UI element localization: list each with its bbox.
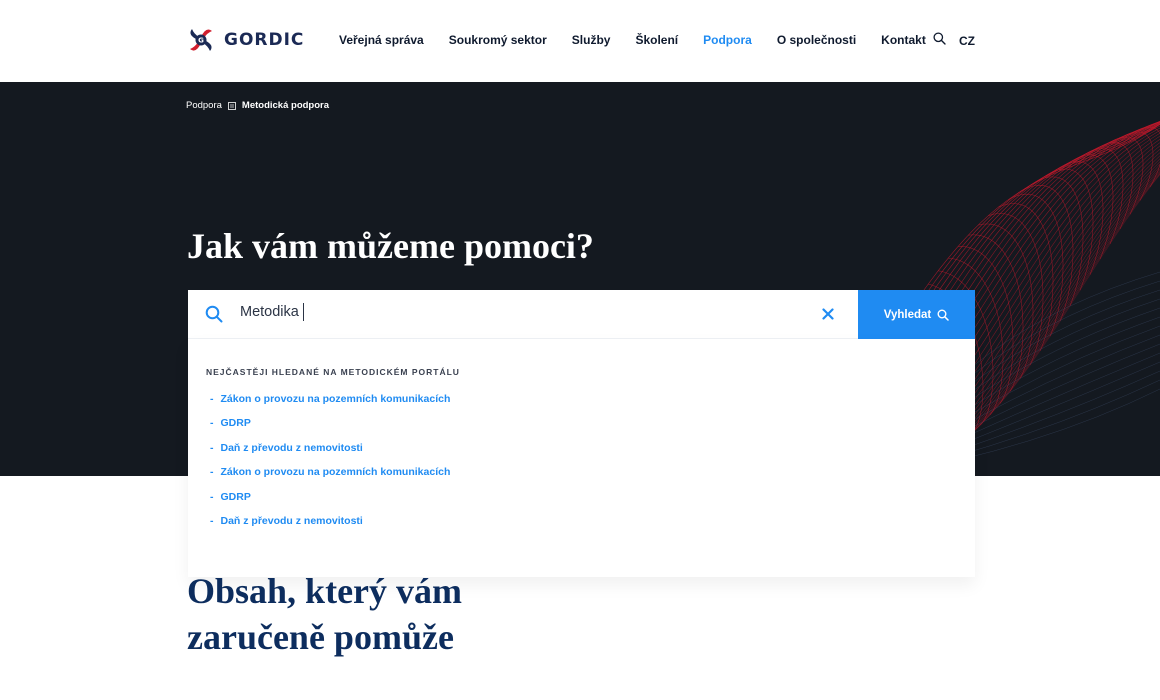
nav-item-kontakt[interactable]: Kontakt — [881, 33, 926, 47]
search-input-value: Metodika — [240, 304, 299, 320]
list-dash: - — [210, 514, 214, 527]
nav-item-o-spolecnosti[interactable]: O společnosti — [777, 33, 856, 47]
search-bar: Metodika Vyhledat — [188, 290, 975, 339]
nav-item-verejna-sprava[interactable]: Veřejná správa — [339, 33, 424, 47]
logo[interactable]: G GORDIC — [186, 25, 304, 55]
main-nav: Veřejná správa Soukromý sektor Služby Šk… — [339, 33, 951, 47]
nav-item-soukromy-sektor[interactable]: Soukromý sektor — [449, 33, 547, 47]
suggestion-label: Daň z převodu z nemovitosti — [220, 514, 363, 527]
nav-item-skoleni[interactable]: Školení — [635, 33, 678, 47]
search-input[interactable]: Metodika — [240, 303, 304, 321]
breadcrumb-parent[interactable]: Podpora — [186, 100, 222, 111]
gordic-logo-icon: G — [190, 29, 212, 51]
list-dash: - — [210, 466, 214, 479]
list-dash: - — [210, 490, 214, 503]
suggestion-item[interactable]: - Zákon o provozu na pozemních komunikací… — [210, 393, 450, 417]
nav-item-sluzby[interactable]: Služby — [572, 33, 611, 47]
search-suggestions-dropdown: NEJČASTĚJI HLEDANÉ NA METODICKÉM PORTÁLU… — [188, 339, 975, 577]
suggestion-item[interactable]: - GDRP — [210, 491, 450, 515]
list-dash: - — [210, 441, 214, 454]
suggestion-item[interactable]: - Daň z převodu z nemovitosti — [210, 442, 450, 466]
breadcrumb-current: Metodická podpora — [241, 100, 330, 111]
section-title: Obsah, který vám zaručeně pomůže — [187, 571, 463, 657]
suggestions-heading: NEJČASTĚJI HLEDANÉ NA METODICKÉM PORTÁLU — [206, 367, 460, 377]
language-switch[interactable]: CZ — [959, 34, 975, 48]
search-icon — [937, 309, 949, 321]
list-dash: - — [210, 417, 214, 430]
suggestion-label: Zákon o provozu na pozemních komunikacíc… — [220, 466, 451, 479]
page-icon — [228, 101, 236, 110]
search-button-label: Vyhledat — [883, 308, 932, 321]
site-header: G GORDIC Veřejná správa Soukromý sektor … — [0, 0, 1160, 82]
hero-title: Jak vám můžeme pomoci? — [187, 226, 594, 266]
search-button[interactable]: Vyhledat — [858, 290, 975, 339]
suggestion-label: Daň z převodu z nemovitosti — [220, 441, 363, 454]
search-icon[interactable] — [933, 32, 946, 50]
suggestion-item[interactable]: - Zákon o provozu na pozemních komunikací… — [210, 466, 450, 490]
suggestion-label: GDRP — [220, 417, 251, 430]
nav-item-podpora[interactable]: Podpora — [703, 33, 752, 47]
list-dash: - — [210, 393, 214, 405]
suggestion-item[interactable]: - Daň z převodu z nemovitosti — [210, 515, 450, 539]
suggestion-label: GDRP — [220, 490, 251, 503]
close-icon[interactable] — [822, 307, 834, 325]
breadcrumb: Podpora Metodická podpora — [186, 100, 329, 111]
suggestions-list: - Zákon o provozu na pozemních komunikací… — [210, 393, 450, 539]
text-caret — [302, 303, 304, 321]
suggestion-item[interactable]: - GDRP — [210, 417, 450, 441]
logo-text: GORDIC — [224, 30, 305, 50]
svg-text:G: G — [198, 37, 204, 45]
search-icon — [205, 305, 223, 328]
suggestion-label: Zákon o provozu na pozemních komunikacíc… — [220, 393, 451, 405]
